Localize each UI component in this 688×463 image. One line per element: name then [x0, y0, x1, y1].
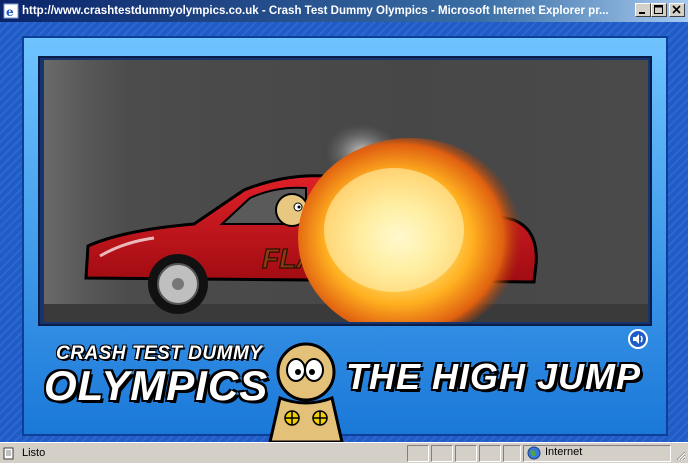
flash-game-area[interactable]: FLASHOUT CRASH TEST DUMMY OLYMPICS THE H… [0, 22, 688, 442]
svg-text:e: e [6, 5, 14, 19]
status-pane-3 [455, 445, 477, 462]
status-pane-5 [503, 445, 521, 462]
game-scene[interactable]: FLASHOUT [44, 60, 648, 322]
speaker-icon[interactable] [628, 329, 648, 349]
logo-line2: OLYMPICS [44, 362, 269, 409]
minimize-button[interactable] [635, 3, 651, 17]
event-title: THE HIGH JUMP [346, 356, 642, 397]
status-pane-1 [407, 445, 429, 462]
status-pane-4 [479, 445, 501, 462]
window-title: http://www.crashtestdummyolympics.co.uk … [22, 5, 609, 17]
maximize-button[interactable] [651, 3, 667, 17]
page-icon [3, 447, 14, 460]
status-text: Listo [22, 447, 46, 459]
globe-icon [527, 446, 541, 460]
status-pane-2 [431, 445, 453, 462]
dummy-mascot [268, 342, 344, 442]
close-icon [672, 5, 681, 14]
title-bar[interactable]: e http://www.crashtestdummyolympics.co.u… [0, 0, 688, 22]
zone-text: Internet [545, 446, 583, 458]
resize-grip-icon[interactable] [674, 449, 686, 461]
scene-graphic: FLASHOUT [44, 124, 648, 322]
minimize-icon [639, 12, 645, 14]
ie-icon: e [3, 3, 19, 19]
maximize-icon [654, 5, 663, 14]
close-button[interactable] [669, 3, 685, 17]
